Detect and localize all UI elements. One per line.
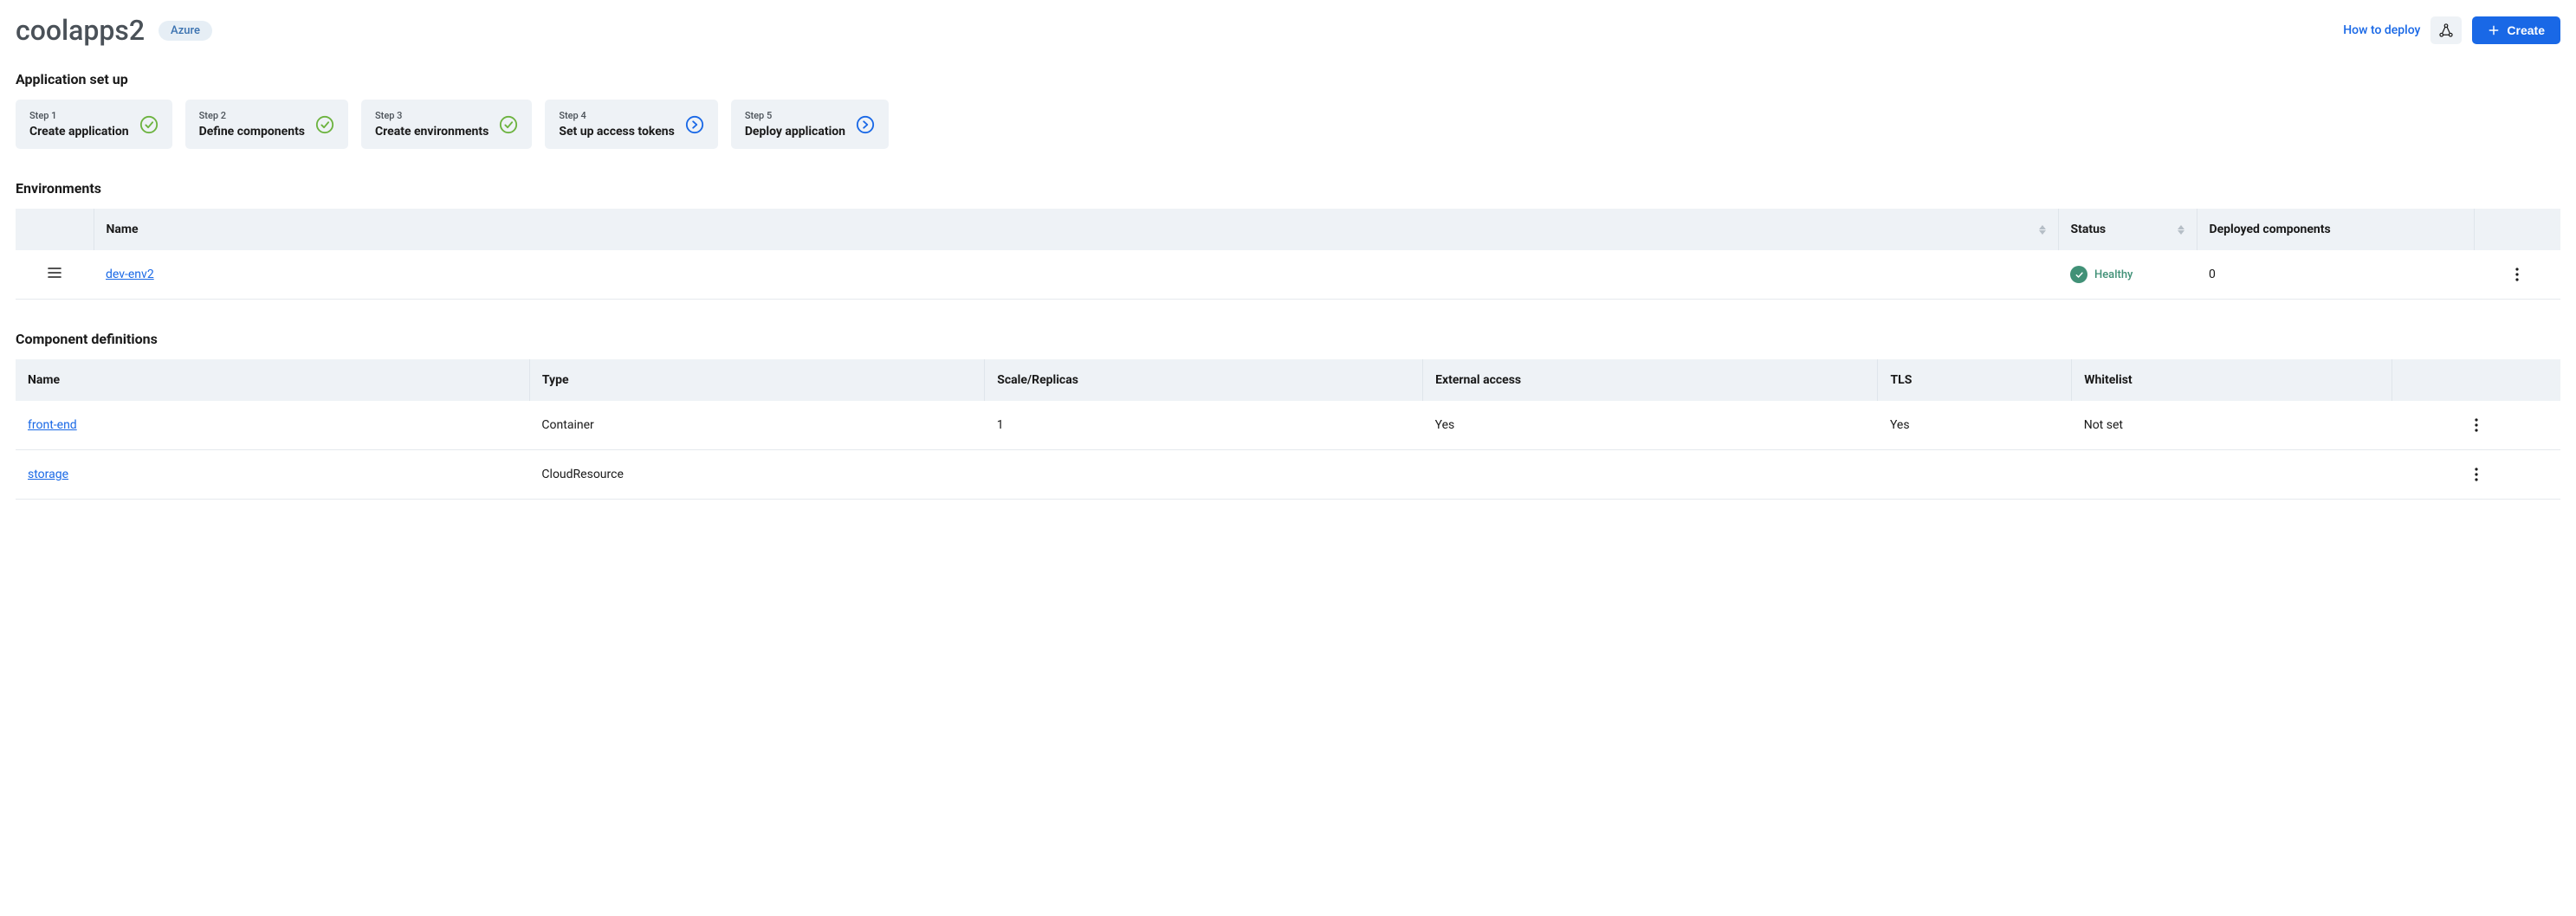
environments-title: Environments [16, 180, 2560, 197]
component-external: Yes [1423, 401, 1878, 450]
step-number: Step 5 [745, 110, 845, 121]
graph-button[interactable] [2430, 16, 2462, 44]
more-actions-button[interactable] [2466, 464, 2487, 485]
step-text: Step 3 Create environments [375, 110, 489, 139]
environments-table: Name Status [16, 209, 2560, 300]
arrow-circle-icon [685, 115, 704, 134]
component-scale: 1 [985, 401, 1423, 450]
step-set-up-access-tokens[interactable]: Step 4 Set up access tokens [545, 100, 718, 149]
more-actions-button[interactable] [2507, 264, 2527, 285]
status-label: Healthy [2094, 268, 2133, 281]
column-type: Type [529, 359, 984, 401]
component-name-link[interactable]: front-end [28, 418, 77, 432]
plus-icon [2488, 24, 2500, 36]
column-label: Type [542, 373, 569, 387]
column-scale: Scale/Replicas [985, 359, 1423, 401]
column-name: Name [16, 359, 529, 401]
step-deploy-application[interactable]: Step 5 Deploy application [731, 100, 889, 149]
step-label: Define components [199, 125, 305, 139]
cloud-provider-badge: Azure [159, 21, 212, 41]
status-badge: Healthy [2070, 266, 2133, 283]
column-label: Whitelist [2084, 373, 2132, 387]
check-circle-icon [499, 115, 518, 134]
component-scale [985, 450, 1423, 500]
column-status[interactable]: Status [2058, 209, 2197, 250]
column-label: External access [1435, 373, 1521, 387]
column-actions [2392, 359, 2560, 401]
page-header: coolapps2 Azure How to deploy Create [16, 14, 2560, 47]
step-number: Step 1 [29, 110, 129, 121]
environment-name-link[interactable]: dev-env2 [106, 268, 154, 281]
more-actions-button[interactable] [2466, 415, 2487, 435]
step-number: Step 4 [559, 110, 675, 121]
sort-icon [2039, 225, 2046, 235]
component-type: Container [529, 401, 984, 450]
create-button-label: Create [2507, 23, 2545, 37]
table-row: storage CloudResource [16, 450, 2560, 500]
drag-handle-icon[interactable] [48, 267, 61, 279]
column-label: Name [28, 373, 60, 387]
more-vertical-icon [2515, 268, 2519, 281]
setup-steps-row: Step 1 Create application Step 2 Define … [16, 100, 2560, 149]
step-label: Create application [29, 125, 129, 139]
header-left: coolapps2 Azure [16, 14, 212, 47]
step-text: Step 5 Deploy application [745, 110, 845, 139]
component-type: CloudResource [529, 450, 984, 500]
header-right: How to deploy Create [2343, 16, 2560, 44]
components-title: Component definitions [16, 331, 2560, 347]
component-whitelist [2072, 450, 2392, 500]
column-label: Status [2071, 223, 2107, 236]
how-to-deploy-link[interactable]: How to deploy [2343, 23, 2420, 37]
column-label: Deployed components [2210, 223, 2331, 236]
component-name-link[interactable]: storage [28, 468, 68, 481]
step-number: Step 2 [199, 110, 305, 121]
check-circle-icon [139, 115, 159, 134]
deployed-count: 0 [2197, 250, 2474, 300]
column-label: Scale/Replicas [997, 373, 1078, 387]
table-row: front-end Container 1 Yes Yes Not set [16, 401, 2560, 450]
arrow-circle-icon [856, 115, 875, 134]
step-create-environments[interactable]: Step 3 Create environments [361, 100, 532, 149]
component-tls [1878, 450, 2072, 500]
components-table: Name Type Scale/Replicas External access… [16, 359, 2560, 500]
graph-icon [2438, 23, 2454, 38]
column-whitelist: Whitelist [2072, 359, 2392, 401]
step-number: Step 3 [375, 110, 489, 121]
column-drag [16, 209, 94, 250]
column-label: TLS [1890, 373, 1912, 387]
column-deployed: Deployed components [2197, 209, 2474, 250]
step-text: Step 1 Create application [29, 110, 129, 139]
component-whitelist: Not set [2072, 401, 2392, 450]
column-tls: TLS [1878, 359, 2072, 401]
step-text: Step 2 Define components [199, 110, 305, 139]
components-section: Component definitions Name Type Scale/Re… [16, 331, 2560, 500]
more-vertical-icon [2475, 468, 2478, 481]
more-vertical-icon [2475, 418, 2478, 432]
step-create-application[interactable]: Step 1 Create application [16, 100, 172, 149]
step-label: Deploy application [745, 125, 845, 139]
step-label: Create environments [375, 125, 489, 139]
column-label: Name [107, 223, 139, 236]
check-circle-icon [315, 115, 334, 134]
column-external: External access [1423, 359, 1878, 401]
environments-section: Environments Name Status [16, 180, 2560, 300]
column-actions [2474, 209, 2560, 250]
setup-section-title: Application set up [16, 71, 2560, 87]
component-tls: Yes [1878, 401, 2072, 450]
component-external [1423, 450, 1878, 500]
table-row: dev-env2 Healthy 0 [16, 250, 2560, 300]
app-title: coolapps2 [16, 14, 145, 47]
column-name[interactable]: Name [94, 209, 2058, 250]
step-text: Step 4 Set up access tokens [559, 110, 675, 139]
sort-icon [2178, 225, 2184, 235]
status-check-icon [2070, 266, 2087, 283]
create-button[interactable]: Create [2472, 16, 2560, 44]
step-label: Set up access tokens [559, 125, 675, 139]
step-define-components[interactable]: Step 2 Define components [185, 100, 348, 149]
